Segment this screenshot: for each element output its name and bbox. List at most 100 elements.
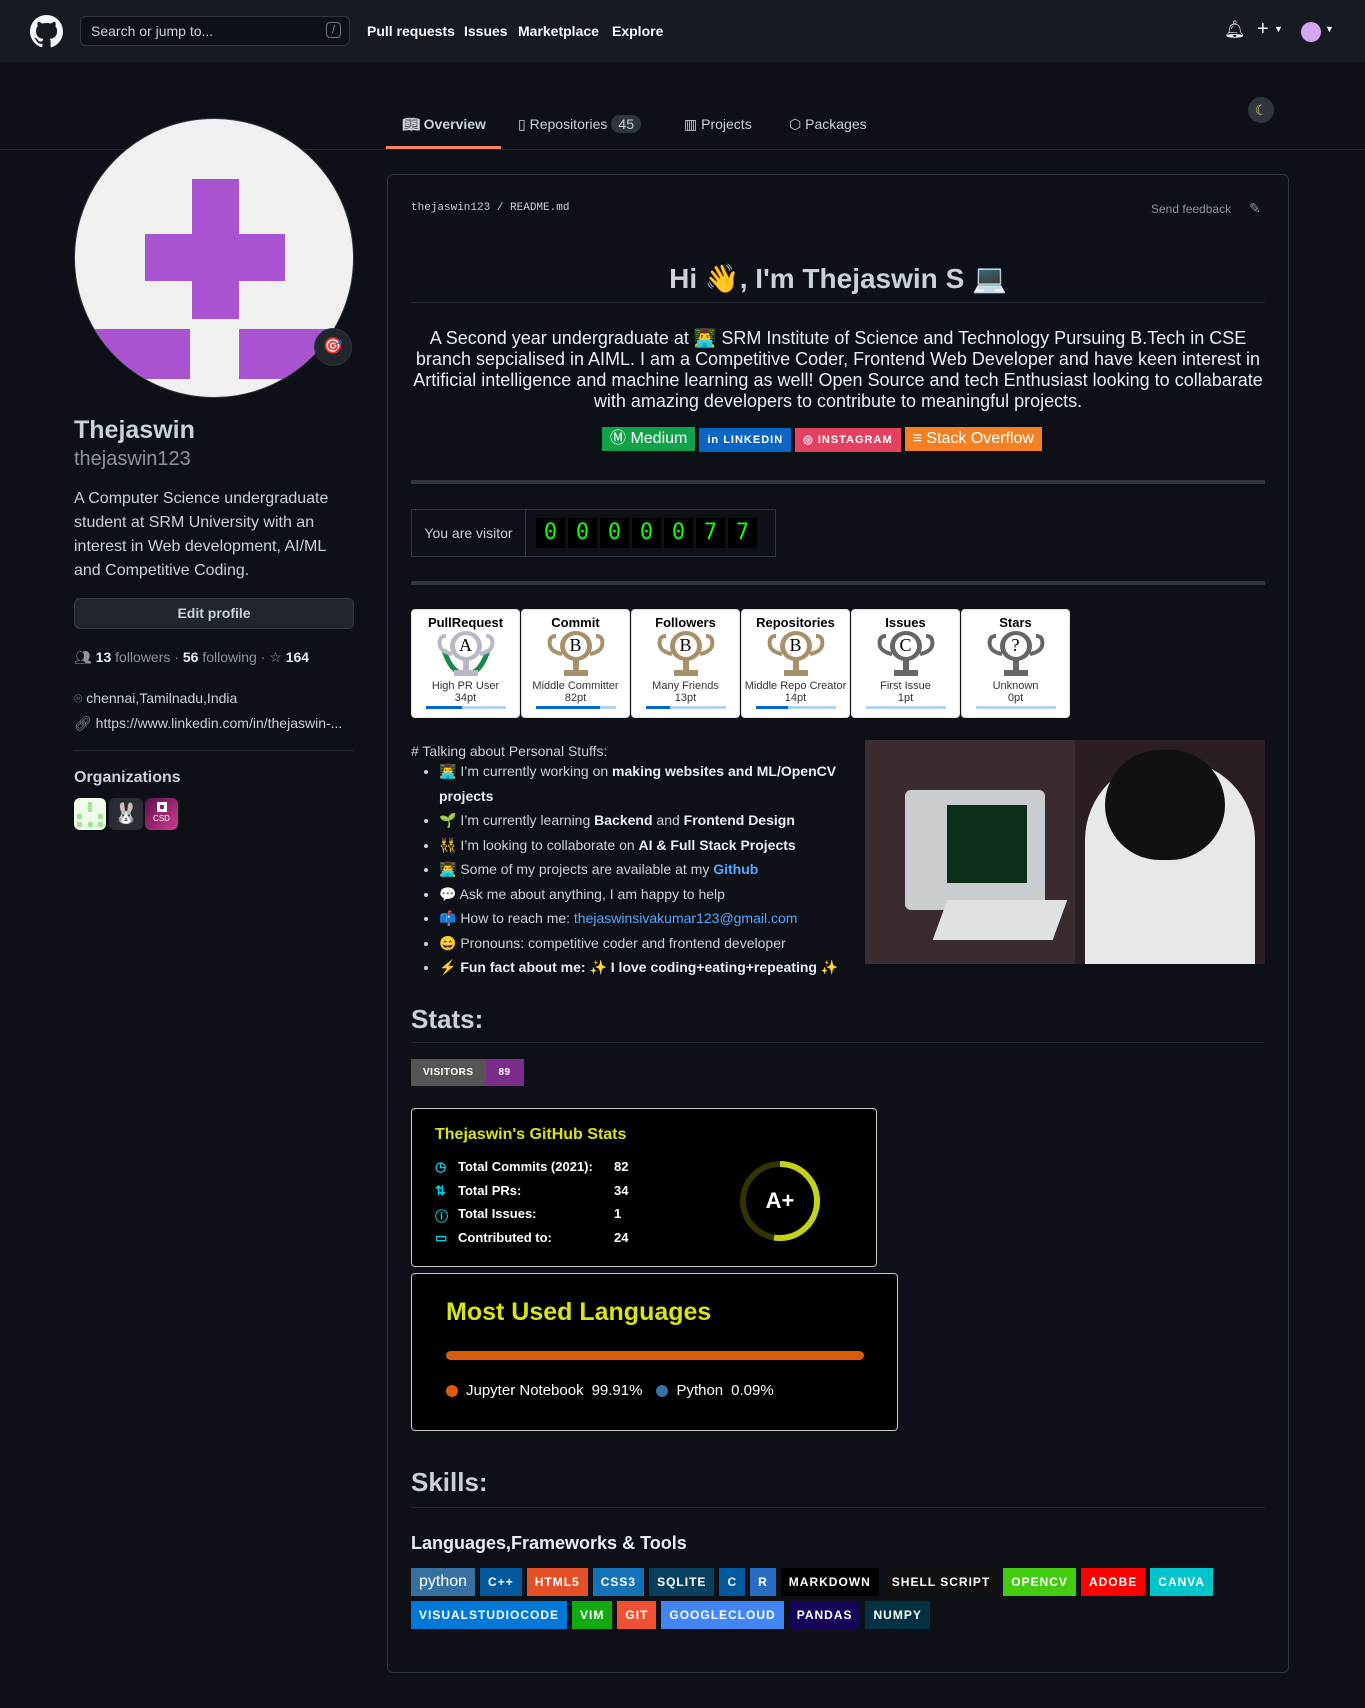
edit-profile-button[interactable]: Edit profile — [74, 598, 354, 629]
email-link[interactable]: thejaswinsivakumar123@gmail.com — [574, 910, 798, 926]
trophy-title: PullRequest — [427, 615, 504, 630]
stat-row: ⇅ Total PRs: 34 — [435, 1183, 628, 1207]
skill-label: SHELL SCRIPT — [891, 1575, 991, 1589]
skill-badge[interactable]: HTML5 — [526, 1568, 588, 1596]
trophy-progress-bar — [535, 706, 616, 709]
tab-overview[interactable]: 📖︎ Overview — [402, 116, 486, 133]
status-emoji-icon[interactable]: 🎯 — [314, 328, 352, 366]
nav-explore[interactable]: Explore — [612, 23, 663, 39]
skill-badge[interactable]: VIM — [572, 1601, 613, 1629]
followers-link[interactable]: 13 followers — [96, 649, 171, 665]
trophy-progress-bar — [755, 706, 836, 709]
project-icon: ▥ — [684, 116, 702, 132]
visitor-label: You are visitor — [412, 510, 526, 556]
trophy-card[interactable]: Commit B Middle Committer 82pt — [521, 609, 630, 718]
tab-repositories[interactable]: ▯ Repositories 45 — [518, 115, 641, 133]
readme-path: thejaswin123 / README.md — [411, 202, 570, 214]
trophy-card[interactable]: PullRequest A High PR User 34pt — [411, 609, 520, 718]
slash-hint: / — [325, 22, 341, 38]
trophy-card[interactable]: Stars? Unknown 0pt — [961, 609, 1070, 718]
github-link[interactable]: Github — [713, 861, 758, 877]
create-new-button[interactable]: + — [1257, 18, 1269, 41]
nav-marketplace[interactable]: Marketplace — [518, 23, 599, 39]
list-item: 📫 How to reach me: thejaswinsivakumar123… — [439, 906, 851, 931]
follow-stats: 👥︎ 13 followers · 56 following · ☆ 164 — [74, 649, 310, 665]
following-link[interactable]: 56 following — [183, 649, 257, 665]
skill-badge[interactable]: OPENCV — [1003, 1568, 1076, 1596]
search-input[interactable]: Search or jump to... / — [80, 16, 350, 46]
skill-label: NUMPY — [873, 1608, 922, 1622]
trophy-title: Repositories — [756, 615, 835, 630]
org-avatar[interactable] — [74, 798, 106, 830]
skill-badge[interactable]: C++ — [480, 1568, 522, 1596]
language-dot — [446, 1384, 458, 1397]
skill-badge[interactable]: PANDAS — [788, 1601, 861, 1629]
skill-badge[interactable]: SHELL SCRIPT — [883, 1568, 999, 1596]
readme-title: Hi 👋, I'm Thejaswin S 💻 — [669, 263, 1007, 294]
visitor-digit: 0 — [664, 518, 693, 548]
skill-badge[interactable]: C — [719, 1568, 746, 1596]
trophy-points: 14pt — [784, 692, 807, 704]
trophy-name: Many Friends — [652, 680, 719, 692]
stat-value: 1 — [614, 1206, 622, 1221]
language-bar — [446, 1351, 864, 1360]
trophy-card[interactable]: Repositories B Middle Repo Creator 14pt — [741, 609, 850, 718]
send-feedback-link[interactable]: Send feedback — [1151, 202, 1231, 216]
stat-label: Total Issues: — [458, 1206, 537, 1221]
skill-badge[interactable]: GIT — [617, 1601, 657, 1629]
personal-list: 👨‍💻 I’m currently working on making webs… — [411, 759, 851, 980]
nav-issues[interactable]: Issues — [464, 23, 508, 39]
github-logo-icon[interactable] — [30, 15, 63, 48]
stackoverflow-badge[interactable]: ≡ Stack Overflow — [904, 427, 1042, 451]
skill-badge[interactable]: NUMPY — [865, 1601, 930, 1629]
skills-heading: Skills: — [411, 1467, 488, 1497]
skill-badge[interactable]: CANVA — [1150, 1568, 1214, 1596]
trophy-progress-bar — [975, 706, 1056, 709]
org-avatar[interactable]: 🐰 — [109, 798, 143, 830]
skill-badge[interactable]: GOOGLECLOUD — [661, 1601, 784, 1629]
medium-badge[interactable]: Ⓜ Medium — [602, 427, 696, 451]
readme-file-link[interactable]: README.md — [510, 202, 569, 214]
stat-label: Total Commits (2021): — [458, 1159, 593, 1174]
website[interactable]: 🔗︎ https://www.linkedin.com/in/thejaswin… — [74, 715, 342, 732]
tab-projects[interactable]: ▥ Projects — [684, 116, 752, 133]
people-icon: 👥︎ — [74, 649, 92, 665]
org-avatar[interactable]: CSD — [145, 798, 178, 830]
visitors-badge: VISITORS 89 — [411, 1059, 524, 1086]
linkedin-badge[interactable]: in LINKEDIN — [699, 428, 792, 452]
list-item: 👯 I’m looking to collaborate on AI & Ful… — [439, 833, 851, 858]
skill-badge[interactable]: MARKDOWN — [780, 1568, 879, 1596]
stats-heading: Stats: — [411, 1004, 484, 1034]
trophy-icon: ? — [962, 630, 1069, 680]
list-item: 👨‍💻 Some of my projects are available at… — [439, 857, 851, 882]
skill-badge[interactable]: ADOBE — [1080, 1568, 1146, 1596]
website-link[interactable]: https://www.linkedin.com/in/thejaswin-..… — [96, 715, 343, 731]
skill-label: R — [758, 1575, 768, 1589]
pencil-icon[interactable]: ✎ — [1249, 200, 1261, 217]
skill-badge[interactable]: VISUALSTUDIOCODE — [411, 1601, 568, 1629]
skill-badge[interactable]: python — [411, 1568, 476, 1596]
language-name: Python — [676, 1382, 724, 1399]
stars-count[interactable]: 164 — [286, 649, 309, 665]
skill-badge[interactable]: CSS3 — [592, 1568, 645, 1596]
trophy-rank: C — [899, 635, 912, 655]
trophy-points: 0pt — [1007, 692, 1024, 704]
trophy-title: Stars — [999, 615, 1032, 630]
user-avatar-menu[interactable] — [1301, 22, 1321, 42]
trophy-card[interactable]: Followers B Many Friends 13pt — [631, 609, 740, 718]
nav-pull-requests[interactable]: Pull requests — [367, 23, 455, 39]
badge-label: INSTAGRAM — [817, 434, 893, 446]
skill-badge[interactable]: R — [750, 1568, 776, 1596]
visitor-digit: 7 — [728, 518, 757, 548]
badge-label: Medium — [630, 430, 688, 447]
bell-icon[interactable]: 🔔︎ — [1224, 20, 1246, 40]
moon-icon[interactable]: ☾ — [1248, 97, 1274, 123]
trophy-card[interactable]: Issues C First Issue 1pt — [851, 609, 960, 718]
readme-user-link[interactable]: thejaswin123 — [411, 202, 490, 214]
tab-packages[interactable]: ⬡ Packages — [789, 116, 867, 133]
skill-badge[interactable]: SQLITE — [649, 1568, 715, 1596]
language-percent: 99.91% — [591, 1382, 643, 1399]
instagram-badge[interactable]: ◎ INSTAGRAM — [795, 428, 901, 452]
trophy-points: 34pt — [454, 692, 477, 704]
skill-label: GIT — [625, 1608, 649, 1622]
